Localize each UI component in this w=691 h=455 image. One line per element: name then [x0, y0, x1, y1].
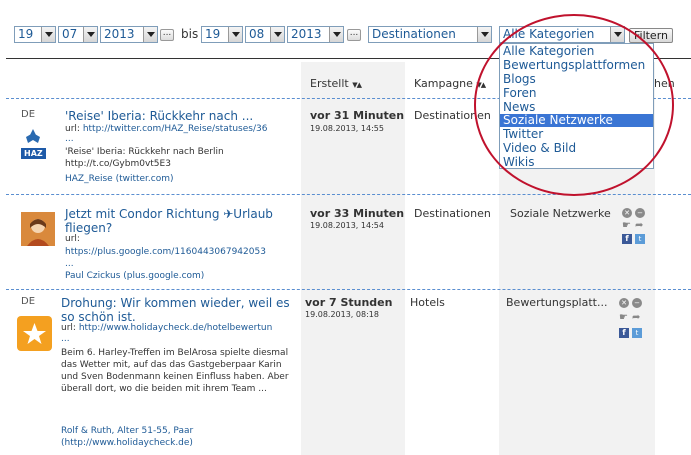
post-url-link[interactable]: https://plus.google.com/1160443067942053: [65, 246, 266, 258]
from-day-value: 19: [18, 27, 34, 41]
relative-time: vor 33 Minuten: [310, 207, 405, 220]
row-divider: [6, 289, 691, 290]
url-label: url:: [65, 234, 80, 244]
created-column-header[interactable]: Erstellt ▼▲: [310, 77, 362, 90]
post-url-link[interactable]: http://twitter.com/HAZ_Reise/statuses/36: [83, 124, 268, 134]
delete-icon[interactable]: ✕: [622, 208, 632, 218]
post-title-link[interactable]: Jetzt mit Condor Richtung ✈Urlaub fliege…: [65, 207, 301, 235]
filter-button[interactable]: Filtern: [629, 28, 673, 43]
delete-icon[interactable]: ✕: [619, 298, 629, 308]
avatar: [21, 212, 55, 246]
from-year-value: 2013: [104, 27, 135, 41]
chevron-down-icon: [41, 27, 55, 42]
sort-icon[interactable]: ▼▲: [476, 81, 486, 89]
from-month-select[interactable]: 07: [58, 26, 98, 43]
post-title-link[interactable]: Drohung: Wir kommen wieder, weil es so s…: [61, 296, 301, 324]
forward-icon[interactable]: ➦: [632, 313, 642, 323]
thumb-icon[interactable]: ☛: [622, 221, 632, 231]
url-ellipsis: ...: [65, 134, 74, 144]
dropdown-option-wikis[interactable]: Wikis: [500, 156, 653, 169]
chevron-down-icon: [610, 27, 624, 42]
chevron-down-icon: [143, 27, 157, 42]
star-icon: [23, 323, 46, 344]
haz-avatar: HAZ: [21, 127, 46, 159]
chevron-down-icon: [329, 27, 343, 42]
star-avatar: [17, 316, 52, 351]
post-author-link[interactable]: HAZ_Reise (twitter.com): [65, 173, 174, 185]
chevron-down-icon: [228, 27, 242, 42]
to-month-value: 08: [249, 27, 265, 41]
to-year-select[interactable]: 2013: [287, 26, 344, 43]
category-cell: Soziale Netzwerke: [510, 207, 611, 220]
chevron-down-icon: [83, 27, 97, 42]
post-date: 19.08.2013, 08:18: [305, 310, 379, 319]
person-avatar-icon: [21, 212, 55, 246]
dropdown-option-all[interactable]: Alle Kategorien: [500, 45, 653, 58]
post-text: 'Reise' Iberia: Rückkehr nach Berlin htt…: [65, 147, 224, 169]
campaign-column-header[interactable]: Kampagne ▼▲: [414, 77, 486, 90]
campaign-select[interactable]: Destinationen: [368, 26, 492, 43]
campaign-cell: Destinationen: [414, 207, 491, 220]
category-dropdown-list: Alle Kategorien Bewertungsplattformen Bl…: [499, 43, 654, 169]
row-divider: [6, 194, 691, 195]
dropdown-option-social-networks[interactable]: Soziale Netzwerke: [500, 114, 653, 127]
url-ellipsis: ...: [65, 259, 74, 269]
created-header-label: Erstellt: [310, 77, 349, 90]
post-url-line: url: http://twitter.com/HAZ_Reise/status…: [65, 123, 267, 135]
sort-icon[interactable]: ▼▲: [352, 81, 362, 89]
avatar-label: HAZ: [24, 149, 43, 158]
hidden-column-header: hen: [654, 77, 675, 90]
from-calendar-button[interactable]: ...: [160, 29, 174, 41]
post-url-link[interactable]: http://www.holidaycheck.de/hotelbewertun: [79, 323, 273, 333]
date-range-separator: bis: [181, 27, 199, 41]
language-label: DE: [21, 296, 36, 307]
url-ellipsis: ...: [61, 334, 70, 344]
category-cell: Bewertungsplatt...: [506, 296, 608, 309]
post-date: 19.08.2013, 14:55: [310, 124, 384, 133]
facebook-icon[interactable]: f: [622, 234, 632, 244]
category-value: Alle Kategorien: [503, 27, 595, 41]
chevron-down-icon: [477, 27, 491, 42]
campaign-cell: Destinationen: [414, 109, 491, 122]
twitter-icon[interactable]: t: [632, 328, 642, 338]
post-date: 19.08.2013, 14:54: [310, 221, 384, 230]
dropdown-option-blogs[interactable]: Blogs: [500, 73, 653, 86]
relative-time: vor 31 Minuten: [310, 109, 405, 122]
remove-icon[interactable]: −: [635, 208, 645, 218]
campaign-header-label: Kampagne: [414, 77, 473, 90]
language-label: DE: [21, 109, 36, 120]
post-url-line: url: http://www.holidaycheck.de/hotelbew…: [61, 322, 272, 334]
to-month-select[interactable]: 08: [245, 26, 285, 43]
from-month-value: 07: [62, 27, 78, 41]
url-label: url:: [61, 323, 76, 333]
dropdown-option-forums[interactable]: Foren: [500, 87, 653, 100]
forward-icon[interactable]: ➦: [635, 221, 645, 231]
from-year-select[interactable]: 2013: [100, 26, 158, 43]
post-text: Beim 6. Harley-Treffen im BelArosa spiel…: [61, 348, 289, 394]
from-day-select[interactable]: 19: [14, 26, 56, 43]
campaign-cell: Hotels: [410, 296, 445, 309]
facebook-icon[interactable]: f: [619, 328, 629, 338]
dropdown-option-video-image[interactable]: Video & Bild: [500, 142, 653, 155]
category-select[interactable]: Alle Kategorien: [499, 26, 625, 43]
dropdown-option-twitter[interactable]: Twitter: [500, 128, 653, 141]
row-actions: ✕ − ☛ ➦ f t: [619, 298, 649, 338]
to-day-value: 19: [205, 27, 221, 41]
to-calendar-button[interactable]: ...: [347, 29, 361, 41]
remove-icon[interactable]: −: [632, 298, 642, 308]
twitter-icon[interactable]: t: [635, 234, 645, 244]
row-actions: ✕ − ☛ ➦ f t: [622, 208, 652, 248]
to-day-select[interactable]: 19: [201, 26, 243, 43]
chevron-down-icon: [270, 27, 284, 42]
post-title-link[interactable]: 'Reise' Iberia: Rückkehr nach ...: [65, 109, 253, 123]
post-author-link[interactable]: Rolf & Ruth, Alter 51-55, Paar (http://w…: [61, 425, 261, 449]
thumb-icon[interactable]: ☛: [619, 313, 629, 323]
post-author-link[interactable]: Paul Czickus (plus.google.com): [65, 270, 204, 282]
relative-time: vor 7 Stunden: [305, 296, 393, 309]
campaign-value: Destinationen: [372, 27, 456, 41]
dropdown-option-review-platforms[interactable]: Bewertungsplattformen: [500, 59, 653, 72]
to-year-value: 2013: [291, 27, 322, 41]
